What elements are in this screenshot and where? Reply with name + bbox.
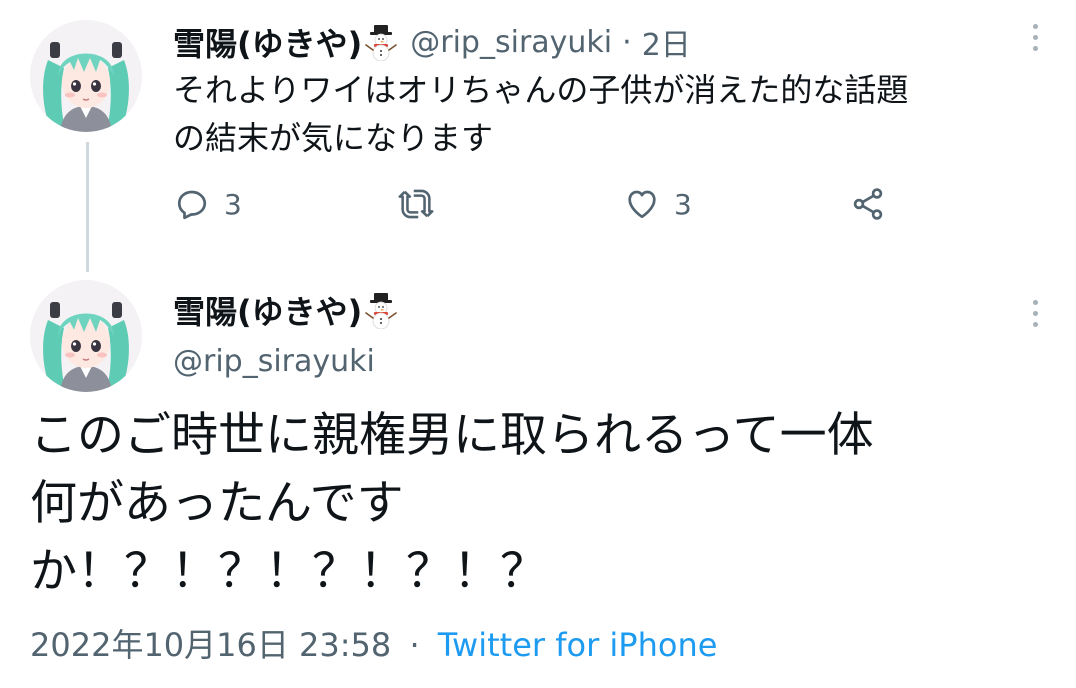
tweet-text-line: それよりワイはオリちゃんの子供が消えた的な話題 bbox=[173, 71, 909, 109]
tweet-text: このご時世に親権男に取られるって一体 何があったんです か！？！？！？！？！？ bbox=[30, 402, 874, 606]
reply-count: 3 bbox=[224, 187, 242, 221]
tweet-meta: 2022年10月16日 23:58 · Twitter for iPhone bbox=[30, 620, 717, 666]
user-handle[interactable]: @rip_sirayuki bbox=[410, 25, 612, 60]
retweet-icon bbox=[398, 189, 434, 219]
avatar[interactable] bbox=[30, 20, 142, 132]
tweet-text-line: か！？！？！？！？！？ bbox=[30, 544, 547, 599]
snowman-emoji-icon bbox=[364, 23, 398, 61]
separator-dot: · bbox=[622, 24, 632, 60]
reply-icon bbox=[177, 190, 207, 220]
more-options-icon[interactable] bbox=[1030, 300, 1040, 330]
source-link[interactable]: Twitter for iPhone bbox=[438, 626, 718, 664]
time-ago[interactable]: 2日 bbox=[642, 20, 691, 64]
like-icon bbox=[628, 190, 656, 219]
tweet-header: 雪陽(ゆきや) bbox=[173, 288, 398, 332]
display-name[interactable]: 雪陽(ゆきや) bbox=[173, 19, 362, 65]
reply-button[interactable]: 3 bbox=[174, 186, 242, 222]
share-icon bbox=[853, 188, 883, 220]
tweet-text: それよりワイはオリちゃんの子供が消えた的な話題 の結末が気になります bbox=[173, 66, 908, 162]
tweet-header: 雪陽(ゆきや) @rip_sirayuki · 2日 bbox=[173, 20, 691, 64]
display-name[interactable]: 雪陽(ゆきや) bbox=[173, 287, 362, 333]
share-button[interactable] bbox=[850, 186, 886, 222]
avatar[interactable] bbox=[30, 280, 142, 392]
separator-dot: · bbox=[409, 626, 420, 664]
tweet-text-line: このご時世に親権男に取られるって一体 bbox=[30, 408, 874, 463]
more-options-icon[interactable] bbox=[1030, 24, 1040, 54]
snowman-emoji-icon bbox=[364, 291, 398, 329]
user-handle[interactable]: @rip_sirayuki bbox=[173, 344, 375, 379]
tweet-text-line: の結末が気になります bbox=[173, 119, 494, 157]
timestamp[interactable]: 2022年10月16日 23:58 bbox=[30, 626, 391, 664]
like-count: 3 bbox=[674, 187, 692, 221]
like-button[interactable]: 3 bbox=[624, 186, 692, 222]
retweet-button[interactable] bbox=[398, 186, 434, 222]
tweet-text-line: 何があったんです bbox=[30, 476, 404, 531]
thread-connector-line bbox=[86, 142, 89, 272]
